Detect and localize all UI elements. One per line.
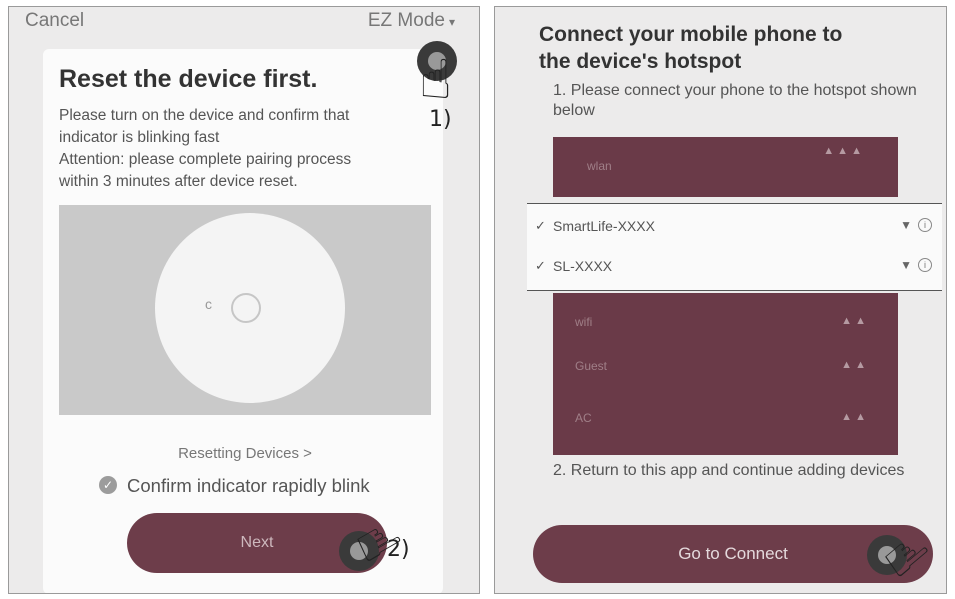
checkmark-icon: ✓ [535, 218, 546, 233]
checkmark-icon: ✓ [535, 258, 546, 273]
network-name: SL-XXXX [553, 258, 613, 274]
wifi-signal-icon: ▼ [900, 218, 912, 232]
instruction-line: Please turn on the device and confirm th… [59, 107, 350, 124]
wifi-network-label: Guest [575, 359, 608, 373]
device-illustration: c [59, 205, 431, 415]
wifi-network-row[interactable]: ✓ SL-XXXX ▼ i [527, 246, 942, 286]
info-icon[interactable]: i [918, 218, 932, 232]
connect-hotspot-screen: Connect your mobile phone to the device'… [494, 6, 947, 594]
wifi-signal-icon: ▼ [900, 258, 912, 272]
wifi-network-label: wlan [587, 159, 612, 173]
instruction-line: within 3 minutes after device reset. [59, 173, 298, 190]
confirm-label: Confirm indicator rapidly blink [127, 475, 370, 496]
reset-button-icon [231, 293, 261, 323]
check-circle-icon: ✓ [99, 476, 117, 495]
top-bar: Cancel EZ Mode ▾ [9, 7, 479, 37]
confirm-checkbox[interactable]: ✓ Confirm indicator rapidly blink [99, 475, 370, 497]
step-2-text: 2. Return to this app and continue addin… [553, 462, 905, 479]
indicator-light-icon: c [205, 296, 212, 312]
ez-mode-selector[interactable]: EZ Mode ▾ [368, 10, 455, 32]
callout-label: 1) [429, 107, 452, 132]
wifi-network-row[interactable]: ✓ SmartLife-XXXX ▼ i [527, 206, 942, 246]
page-title: Connect your mobile phone to the device'… [539, 21, 939, 75]
wifi-network-label: wifi [575, 315, 593, 329]
caret-down-icon: ▾ [448, 15, 455, 29]
info-icon[interactable]: i [918, 258, 932, 272]
wifi-network-label: AC [575, 411, 592, 425]
wifi-signal-icon: ▲ ▲ [841, 411, 866, 423]
tap-hand-icon: ☝ [419, 50, 452, 110]
wifi-list-background: wlan ▲ ▲ ▲ [553, 137, 898, 197]
callout-label: 2) [387, 537, 410, 562]
wifi-signal-icon: ▲ ▲ [841, 315, 866, 327]
title-line: the device's hotspot [539, 50, 742, 73]
resetting-devices-link[interactable]: Resetting Devices > [9, 445, 479, 462]
device-disc: c [155, 213, 345, 403]
instructions: Please turn on the device and confirm th… [59, 105, 419, 193]
network-name: SmartLife-XXXX [553, 218, 655, 234]
reset-device-screen: Cancel EZ Mode ▾ Reset the device first. … [8, 6, 480, 594]
title-line: Connect your mobile phone to [539, 23, 843, 46]
cancel-button[interactable]: Cancel [25, 10, 84, 32]
instruction-line: indicator is blinking fast [59, 129, 220, 146]
wifi-list-background: wifi ▲ ▲ Guest ▲ ▲ AC ▲ ▲ [553, 293, 898, 455]
wifi-list: ✓ SmartLife-XXXX ▼ i ✓ SL-XXXX ▼ i [527, 203, 942, 291]
wifi-signal-icon: ▲ ▲ [841, 359, 866, 371]
instruction-line: Attention: please complete pairing proce… [59, 151, 352, 168]
ez-mode-label: EZ Mode [367, 10, 445, 31]
wifi-signal-icon: ▲ ▲ ▲ [823, 145, 862, 157]
step-1-text: 1. Please connect your phone to the hots… [553, 82, 917, 119]
page-title: Reset the device first. [59, 65, 318, 93]
